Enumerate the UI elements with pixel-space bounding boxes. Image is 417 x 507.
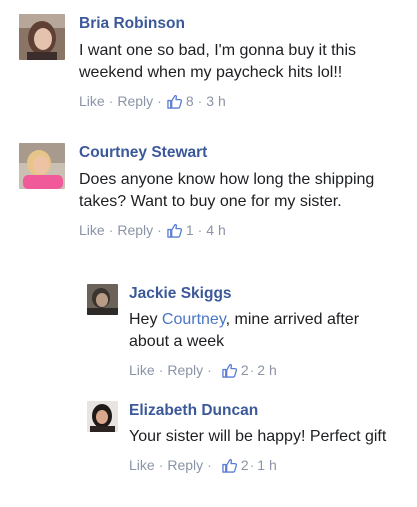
avatar[interactable]: [87, 284, 118, 315]
comment-author[interactable]: Jackie Skiggs: [129, 284, 389, 304]
separator-dot: ·: [108, 93, 114, 109]
comment-bria-robinson: Bria Robinson I want one so bad, I'm gon…: [19, 14, 409, 114]
reply-link[interactable]: Reply: [117, 92, 153, 110]
comment-text: Does anyone know how long the shipping t…: [79, 171, 375, 210]
separator-dot: ·: [249, 457, 255, 473]
comment-actions: Like · Reply · 1 · 4 h: [79, 221, 399, 239]
separator-dot: ·: [207, 362, 212, 378]
like-link[interactable]: Like: [129, 456, 155, 474]
timestamp[interactable]: 2 h: [257, 361, 276, 379]
reply-link[interactable]: Reply: [117, 221, 153, 239]
like-count[interactable]: 1: [186, 221, 194, 239]
separator-dot: ·: [158, 457, 164, 473]
thumbs-up-icon[interactable]: [167, 223, 182, 238]
separator-dot: ·: [108, 222, 114, 238]
avatar[interactable]: [87, 401, 118, 432]
thumbs-up-icon[interactable]: [222, 458, 237, 473]
comment-text: I want one so bad, I'm gonna buy it this…: [79, 42, 356, 81]
comment-actions: Like · Reply · 2 · 2 h: [129, 361, 389, 379]
reply-jackie-skiggs: Jackie Skiggs Hey Courtney, mine arrived…: [87, 284, 409, 384]
separator-dot: ·: [197, 93, 203, 109]
thumbs-up-icon[interactable]: [222, 363, 237, 378]
reply-link[interactable]: Reply: [167, 456, 203, 474]
like-count[interactable]: 2: [241, 361, 249, 379]
separator-dot: ·: [157, 222, 162, 238]
avatar[interactable]: [19, 14, 65, 60]
comment-author[interactable]: Bria Robinson: [79, 14, 399, 34]
comment-author[interactable]: Courtney Stewart: [79, 143, 399, 163]
avatar[interactable]: [19, 143, 65, 189]
separator-dot: ·: [158, 362, 164, 378]
separator-dot: ·: [157, 93, 162, 109]
thumbs-up-icon[interactable]: [167, 94, 182, 109]
comment-actions: Like · Reply · 8 · 3 h: [79, 92, 399, 110]
comment-courtney-stewart: Courtney Stewart Does anyone know how lo…: [19, 143, 409, 263]
like-count[interactable]: 8: [186, 92, 194, 110]
mention-link[interactable]: Courtney: [162, 311, 226, 328]
separator-dot: ·: [197, 222, 203, 238]
comment-author[interactable]: Elizabeth Duncan: [129, 401, 389, 421]
reply-elizabeth-duncan: Elizabeth Duncan Your sister will be hap…: [87, 401, 409, 501]
reply-link[interactable]: Reply: [167, 361, 203, 379]
timestamp[interactable]: 4 h: [206, 221, 225, 239]
like-count[interactable]: 2: [241, 456, 249, 474]
separator-dot: ·: [249, 362, 255, 378]
separator-dot: ·: [207, 457, 212, 473]
like-link[interactable]: Like: [79, 221, 105, 239]
like-link[interactable]: Like: [129, 361, 155, 379]
comment-text: Hey Courtney, mine arrived after about a…: [129, 311, 360, 350]
comment-text: Your sister will be happy! Perfect gift: [129, 428, 387, 445]
comment-actions: Like · Reply · 2 · 1 h: [129, 456, 389, 474]
timestamp[interactable]: 1 h: [257, 456, 276, 474]
timestamp[interactable]: 3 h: [206, 92, 225, 110]
like-link[interactable]: Like: [79, 92, 105, 110]
